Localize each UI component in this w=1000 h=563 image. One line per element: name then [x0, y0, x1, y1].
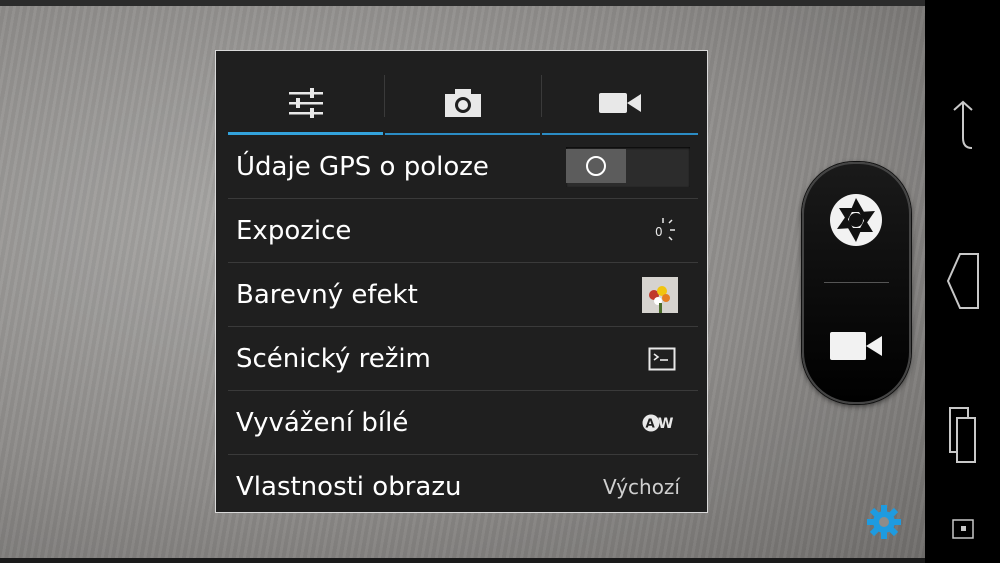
svg-text:A: A	[646, 416, 656, 430]
sliders-icon	[288, 88, 323, 118]
menu-icon	[951, 519, 974, 539]
exposure-label: Expozice	[236, 215, 352, 246]
exposure-icon: 0	[650, 217, 676, 245]
shutter-divider	[824, 282, 889, 283]
aperture-icon	[830, 194, 882, 246]
setting-scene-mode[interactable]: Scénický režim	[228, 327, 698, 391]
video-record-button[interactable]	[826, 316, 886, 376]
videocam-icon	[599, 93, 641, 113]
recent-apps-icon	[948, 407, 976, 463]
videocam-icon	[830, 332, 882, 360]
settings-tabs	[228, 71, 698, 135]
menu-button[interactable]	[925, 519, 1000, 539]
settings-list: Údaje GPS o poloze Expozice 0 Barevný ef…	[228, 135, 698, 518]
gps-label: Údaje GPS o poloze	[236, 151, 489, 182]
color-effect-label: Barevný efekt	[236, 279, 418, 310]
settings-gear-icon[interactable]	[866, 504, 902, 540]
back-button[interactable]	[925, 100, 1000, 152]
setting-color-effect[interactable]: Barevný efekt	[228, 263, 698, 327]
svg-text:0: 0	[655, 225, 663, 239]
back-arrow-icon	[952, 100, 973, 149]
setting-white-balance[interactable]: Vyvážení bílé A W	[228, 391, 698, 455]
tab-video[interactable]	[542, 71, 698, 135]
color-effect-thumbnail	[642, 276, 678, 313]
home-button[interactable]	[925, 252, 1000, 310]
camera-icon	[444, 89, 481, 117]
setting-image-properties[interactable]: Vlastnosti obrazu Výchozí	[228, 455, 698, 518]
tab-settings[interactable]	[228, 71, 383, 135]
setting-gps[interactable]: Údaje GPS o poloze	[228, 135, 698, 199]
toggle-knob	[566, 148, 626, 183]
settings-panel: Údaje GPS o poloze Expozice 0 Barevný ef…	[215, 50, 708, 513]
image-props-value: Výchozí	[603, 474, 680, 499]
image-props-label: Vlastnosti obrazu	[236, 471, 462, 502]
scene-mode-label: Scénický režim	[236, 343, 431, 374]
home-icon	[946, 253, 979, 309]
auto-white-balance-icon: A W	[642, 413, 676, 433]
white-balance-label: Vyvážení bílé	[236, 407, 409, 438]
svg-text:W: W	[658, 416, 673, 432]
photo-shutter-button[interactable]	[826, 190, 886, 250]
gps-toggle[interactable]	[566, 146, 690, 187]
recent-apps-button[interactable]	[925, 406, 1000, 464]
tab-photo[interactable]	[385, 71, 540, 135]
scene-mode-icon	[648, 347, 676, 371]
setting-exposure[interactable]: Expozice 0	[228, 199, 698, 263]
shutter-controls	[802, 162, 911, 404]
system-nav-bar	[925, 0, 1000, 563]
